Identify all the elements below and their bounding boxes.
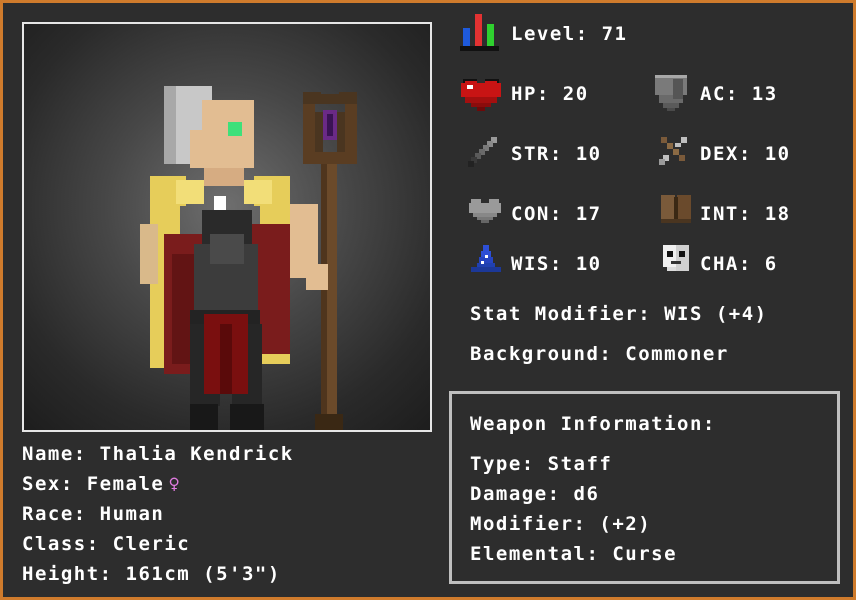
weapon-damage-row: Damage: d6 — [470, 483, 599, 505]
character-sheet: Level: 71 HP: 20 AC: 13 STR: 10 DEX: 10 … — [0, 0, 856, 600]
int-label: INT: — [700, 203, 752, 225]
weapon-damage-value: d6 — [573, 483, 600, 505]
bar-chart-icon — [460, 14, 499, 51]
con-value: 17 — [575, 203, 602, 225]
level-row: Level: 71 — [511, 23, 627, 45]
race-row: Race: Human — [22, 503, 164, 525]
ac-stat: AC: 13 — [700, 83, 778, 105]
dex-stat: DEX: 10 — [700, 143, 791, 165]
shield-icon — [655, 75, 687, 111]
weapon-modifier-row: Modifier: (+2) — [470, 513, 651, 535]
int-stat: INT: 18 — [700, 203, 791, 225]
hp-stat: HP: 20 — [511, 83, 589, 105]
name-value: Thalia Kendrick — [99, 443, 294, 465]
book-icon — [661, 195, 691, 223]
character-portrait — [22, 22, 432, 432]
class-value: Cleric — [112, 533, 191, 555]
height-value: 161cm (5'3") — [125, 563, 281, 585]
crossbow-icon — [659, 137, 687, 165]
sex-label: Sex: — [22, 473, 74, 495]
level-label: Level: — [511, 23, 589, 45]
cha-value: 6 — [764, 253, 778, 275]
weapon-type-label: Type: — [470, 453, 535, 475]
str-stat: STR: 10 — [511, 143, 602, 165]
name-label: Name: — [22, 443, 87, 465]
dex-label: DEX: — [700, 143, 752, 165]
mask-icon — [663, 245, 689, 271]
weapon-elemental-value: Curse — [612, 543, 678, 565]
sex-row: Sex: Female ♀ — [22, 473, 181, 495]
female-symbol-icon: ♀ — [168, 473, 182, 495]
weapon-type-value: Staff — [547, 453, 613, 475]
weapon-info-panel: Weapon Information: Type: Staff Damage: … — [449, 391, 840, 584]
height-label: Height: — [22, 563, 113, 585]
level-value: 71 — [601, 23, 628, 45]
background-label: Background: — [470, 343, 613, 365]
race-label: Race: — [22, 503, 87, 525]
weapon-modifier-label: Modifier: — [470, 513, 587, 535]
wis-value: 10 — [575, 253, 602, 275]
wis-stat: WIS: 10 — [511, 253, 602, 275]
character-sprite — [140, 86, 357, 430]
sword-icon — [468, 137, 497, 167]
gray-heart-icon — [469, 199, 501, 223]
height-row: Height: 161cm (5'3") — [22, 563, 281, 585]
class-label: Class: — [22, 533, 100, 555]
weapon-modifier-value: (+2) — [599, 513, 652, 535]
wis-label: WIS: — [511, 253, 563, 275]
hp-label: HP: — [511, 83, 550, 105]
str-label: STR: — [511, 143, 563, 165]
background-row: Background: Commoner — [470, 343, 729, 365]
cha-label: CHA: — [700, 253, 752, 275]
dex-value: 10 — [764, 143, 791, 165]
stat-modifier-value: WIS (+4) — [664, 303, 768, 325]
hp-value: 20 — [562, 83, 589, 105]
weapon-type-row: Type: Staff — [470, 453, 612, 475]
int-value: 18 — [764, 203, 791, 225]
weapon-info-title: Weapon Information: — [470, 413, 716, 435]
stat-modifier-row: Stat Modifier: WIS (+4) — [470, 303, 768, 325]
sex-value: Female — [86, 473, 165, 495]
stat-modifier-label: Stat Modifier: — [470, 303, 652, 325]
cha-stat: CHA: 6 — [700, 253, 778, 275]
weapon-elemental-label: Elemental: — [470, 543, 600, 565]
background-value: Commoner — [625, 343, 729, 365]
con-label: CON: — [511, 203, 563, 225]
race-value: Human — [99, 503, 165, 525]
ac-value: 13 — [751, 83, 778, 105]
str-value: 10 — [575, 143, 602, 165]
class-row: Class: Cleric — [22, 533, 190, 555]
weapon-damage-label: Damage: — [470, 483, 561, 505]
name-row: Name: Thalia Kendrick — [22, 443, 294, 465]
ac-label: AC: — [700, 83, 739, 105]
heart-icon — [461, 79, 501, 111]
weapon-elemental-row: Elemental: Curse — [470, 543, 677, 565]
wizard-hat-icon — [471, 245, 501, 272]
con-stat: CON: 17 — [511, 203, 602, 225]
